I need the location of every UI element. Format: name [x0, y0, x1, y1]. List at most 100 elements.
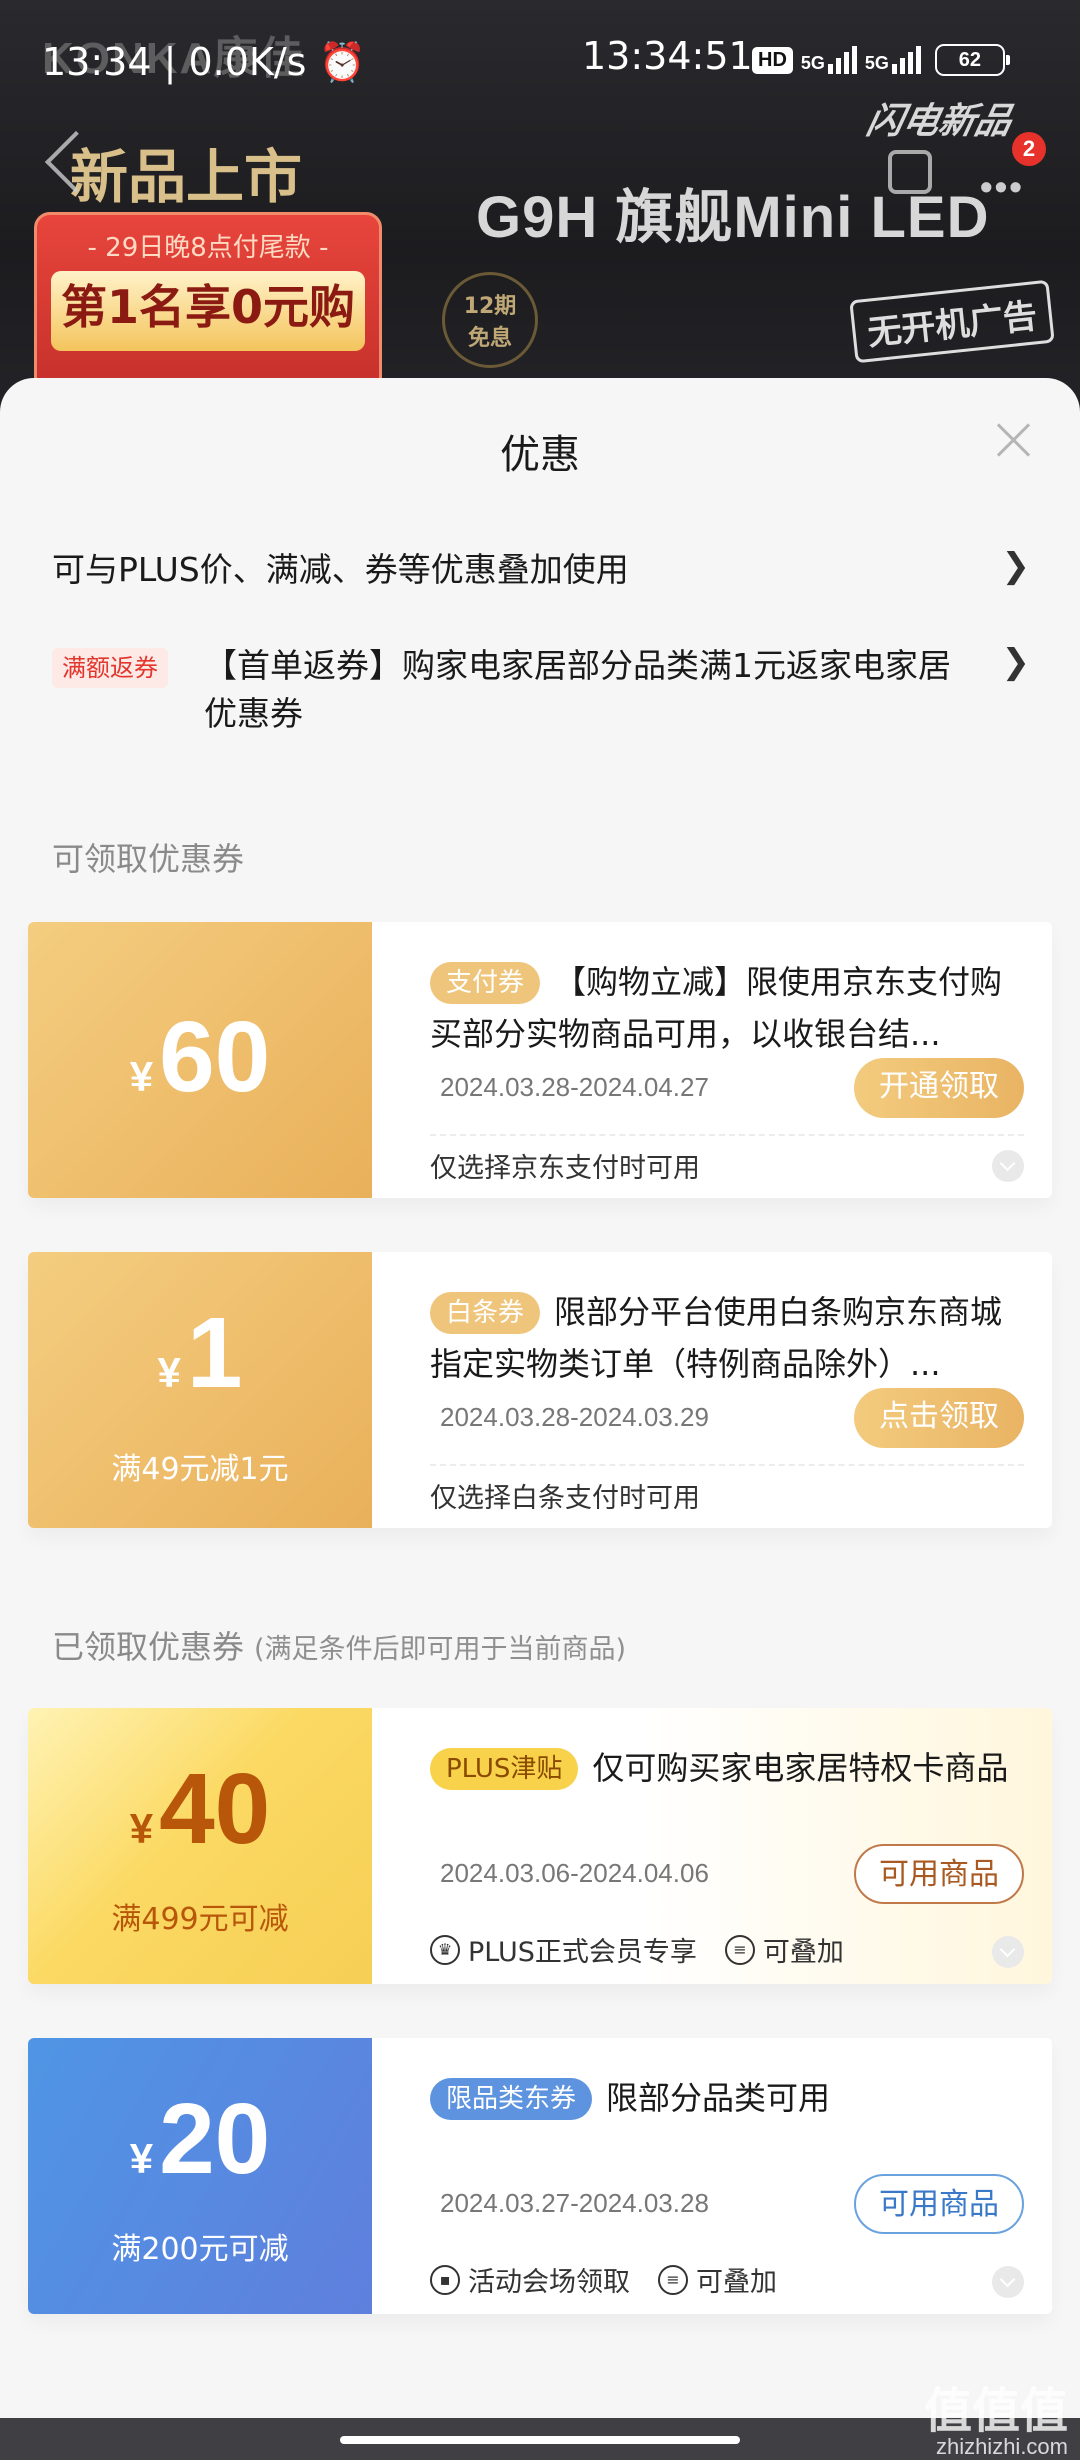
claimed-title-text: 已领取优惠券: [52, 1628, 245, 1666]
status-clock: 13:34:51: [582, 34, 753, 78]
note-text: 可叠加: [696, 2267, 777, 2298]
banner-headline: 新品上市: [70, 143, 303, 211]
usable-products-button[interactable]: 可用商品: [854, 2174, 1024, 2234]
note-text: 活动会场领取: [468, 2267, 630, 2298]
claimed-coupons-title: 已领取优惠券 (满足条件后即可用于当前商品): [52, 1622, 626, 1668]
note-stackable: ≡ 可叠加: [724, 1930, 844, 1969]
note-text: PLUS正式会员专享: [468, 1937, 697, 1968]
notification-badge: 2: [1012, 132, 1046, 166]
coupon-details: PLUS津贴 仅可购买家电家居特权卡商品 2024.03.06-2024.04.0…: [372, 1708, 1052, 1984]
coupon-details: 支付券 【购物立减】限使用京东支付购买部分实物商品可用，以收银台结... 2024…: [372, 922, 1052, 1198]
more-icon[interactable]: •••: [980, 166, 1024, 208]
coupon-notes: ▪ 活动会场领取 ≡ 可叠加: [430, 2260, 777, 2299]
coupon-type-tag: 限品类东券: [430, 2078, 593, 2120]
available-coupons-title: 可领取优惠券: [52, 840, 245, 878]
coupon-type-tag: PLUS津贴: [430, 1748, 579, 1790]
coupon-value: 20: [159, 2083, 271, 2195]
home-indicator[interactable]: [340, 2436, 740, 2444]
coupon-amount-panel: ¥60: [28, 922, 372, 1198]
chevron-right-icon: ❯: [1001, 642, 1031, 682]
coupon-date: 2024.03.28-2024.04.27: [440, 1072, 709, 1102]
coupon-card: ¥1 满49元减1元 白条券 限部分平台使用白条购京东商城指定实物类订单（特例商品…: [28, 1252, 1052, 1528]
note-plus-member: ♛ PLUS正式会员专享: [430, 1930, 697, 1969]
no-ad-badge: 无开机广告: [849, 279, 1055, 364]
coupon-type-tag: 白条券: [430, 1292, 541, 1334]
promo-tag: 满额返券: [52, 648, 168, 688]
activate-claim-button[interactable]: 开通领取: [854, 1058, 1024, 1118]
status-bar: 13:34 | 0.0K/s ⏰ 13:34:51 HD 5G 5G 62: [0, 0, 1080, 130]
coupon-amount: ¥1: [28, 1296, 372, 1411]
installment-line-1: 12期: [463, 294, 517, 319]
coupon-date: 2024.03.27-2024.03.28: [440, 2188, 709, 2218]
currency-symbol: ¥: [157, 1349, 181, 1396]
currency-symbol: ¥: [129, 2135, 154, 2182]
coupon-condition: 满49元减1元: [111, 1452, 289, 1487]
coupon-desc-text: 仅可购买家电家居特权卡商品: [592, 1749, 1009, 1787]
promo-row-stacking[interactable]: 可与PLUS价、满减、券等优惠叠加使用 ❯: [52, 546, 1040, 594]
coupon-amount: ¥60: [28, 1000, 372, 1115]
status-icons: HD 5G 5G 62: [752, 44, 1010, 76]
watermark-logo: 值值值: [923, 2383, 1068, 2439]
coupon-note: 仅选择白条支付时可用: [430, 1483, 700, 1514]
expand-icon[interactable]: [992, 1936, 1024, 1968]
installment-line-2: 免息: [467, 326, 512, 351]
status-left: 13:34 | 0.0K/s ⏰: [42, 40, 366, 85]
promo-row-text: 可与PLUS价、满减、券等优惠叠加使用: [52, 550, 629, 589]
coupon-type-tag: 支付券: [430, 962, 541, 1004]
battery-icon: 62: [934, 44, 1010, 76]
status-time: 13:34: [42, 40, 152, 84]
coupon-divider: [430, 1134, 1024, 1136]
crown-icon: ♛: [430, 1934, 460, 1965]
note-text: 可叠加: [762, 1937, 844, 1968]
promo-row-return-coupon[interactable]: 满额返券 【首单返券】购家电家居部分品类满1元返家电家居优惠券 ❯: [52, 642, 1040, 742]
expand-icon[interactable]: [992, 2266, 1024, 2298]
claimed-hint: (满足条件后即可用于当前商品): [254, 1634, 627, 1665]
coupon-value: 40: [159, 1753, 271, 1865]
status-separator: |: [163, 40, 189, 84]
coupon-notes: ♛ PLUS正式会员专享 ≡ 可叠加: [430, 1930, 844, 1969]
coupon-value: 1: [186, 1297, 243, 1409]
coupon-amount-panel: ¥20 满200元可减: [28, 2038, 372, 2314]
coupon-card: ¥60 支付券 【购物立减】限使用京东支付购买部分实物商品可用，以收银台结... …: [28, 922, 1052, 1198]
coupon-date: 2024.03.28-2024.03.29: [440, 1402, 709, 1432]
promo-row-text: 【首单返券】购家电家居部分品类满1元返家电家居优惠券: [204, 646, 951, 733]
coupon-amount: ¥20: [28, 2082, 372, 2197]
hd-icon: HD: [752, 46, 793, 74]
chevron-right-icon: ❯: [1001, 546, 1031, 586]
coupon-details: 限品类东券 限部分品类可用 2024.03.27-2024.03.28 可用商品 …: [372, 2038, 1052, 2314]
stack-icon: ≡: [658, 2264, 688, 2295]
installment-badge: 12期 免息: [442, 272, 538, 368]
currency-symbol: ¥: [129, 1053, 154, 1100]
net-speed: 0.0K/s: [188, 40, 307, 84]
coupon-amount: ¥40: [28, 1752, 372, 1867]
coupon-description: 支付券 【购物立减】限使用京东支付购买部分实物商品可用，以收银台结...: [430, 956, 1012, 1060]
ticket-icon: ▪: [430, 2264, 460, 2295]
share-icon[interactable]: [888, 150, 932, 194]
coupon-condition: 满499元可减: [111, 1902, 289, 1937]
watermark-site: zhizhizhi.com: [935, 2434, 1068, 2459]
coupon-divider: [430, 1464, 1024, 1466]
coupon-description: 白条券 限部分平台使用白条购京东商城指定实物类订单（特例商品除外）...: [430, 1286, 1012, 1390]
note-stackable: ≡ 可叠加: [658, 2260, 777, 2299]
sim1-label: 5G: [800, 53, 825, 73]
claim-button[interactable]: 点击领取: [854, 1388, 1024, 1448]
sheet-title: 优惠: [500, 432, 580, 478]
coupon-description: PLUS津贴 仅可购买家电家居特权卡商品: [430, 1742, 1012, 1794]
watermark: 值值值 zhizhizhi.com: [924, 2387, 1068, 2460]
note-venue: ▪ 活动会场领取: [430, 2260, 630, 2299]
coupon-card: ¥40 满499元可减 PLUS津贴 仅可购买家电家居特权卡商品 2024.03.…: [28, 1708, 1052, 1984]
coupon-description: 限品类东券 限部分品类可用: [430, 2072, 1012, 2124]
close-icon[interactable]: [996, 422, 1032, 458]
signal-icon-1: 5G: [801, 46, 857, 74]
coupon-details: 白条券 限部分平台使用白条购京东商城指定实物类订单（特例商品除外）... 2024…: [372, 1252, 1052, 1528]
usable-products-button[interactable]: 可用商品: [854, 1844, 1024, 1904]
coupon-card: ¥20 满200元可减 限品类东券 限部分品类可用 2024.03.27-2024…: [28, 2038, 1052, 2314]
sim2-label: 5G: [864, 53, 889, 73]
coupon-note: 仅选择京东支付时可用: [430, 1153, 700, 1184]
expand-icon[interactable]: [992, 1150, 1024, 1182]
stack-icon: ≡: [724, 1934, 755, 1965]
promo-main-text: 第1名享0元购: [51, 271, 365, 351]
coupon-condition: 满200元可减: [111, 2232, 289, 2267]
promo-subtitle: - 29日晚8点付尾款 -: [87, 233, 329, 263]
signal-icon-2: 5G: [865, 46, 921, 74]
